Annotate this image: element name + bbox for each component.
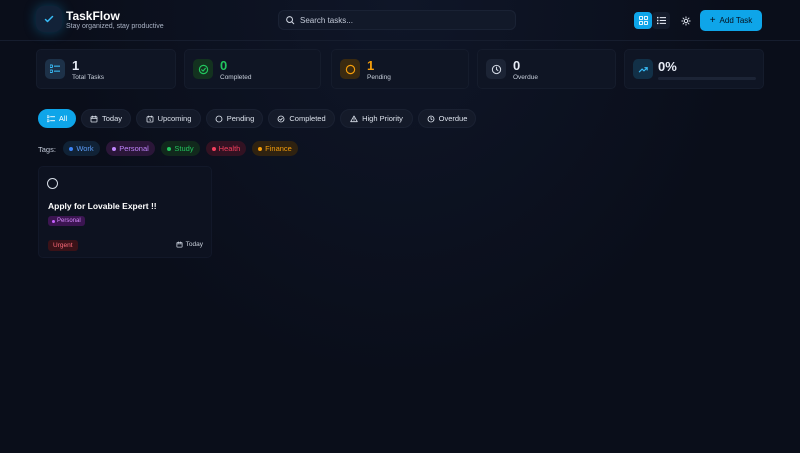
list-view-button[interactable] — [652, 12, 670, 29]
alert-triangle-icon — [350, 115, 358, 122]
stat-label: Total Tasks — [72, 74, 105, 81]
search-input[interactable] — [300, 15, 500, 25]
tag-label: Work — [76, 144, 94, 153]
app-subtitle: Stay organized, stay productive — [66, 23, 164, 30]
stat-label: Pending — [367, 74, 391, 81]
sun-icon — [680, 15, 691, 26]
tag-work[interactable]: Work — [63, 141, 100, 156]
tag-label: Personal — [119, 144, 149, 153]
app-logo — [36, 6, 62, 32]
clock-icon — [427, 115, 435, 122]
filter-today[interactable]: Today — [81, 109, 131, 128]
task-card[interactable]: Apply for Lovable Expert !! Personal Urg… — [38, 166, 212, 258]
stat-icon-box — [633, 59, 653, 79]
tag-dot — [211, 146, 216, 151]
tags-label: Tags: — [38, 145, 56, 154]
tag-dot — [258, 146, 263, 151]
tag-finance[interactable]: Finance — [252, 141, 298, 156]
check-circle-icon — [277, 115, 285, 122]
stat-overdue: 0 Overdue — [477, 49, 616, 89]
due-label: Today — [185, 241, 203, 248]
calendar-clock-icon — [146, 115, 154, 122]
stat-icon-box — [486, 59, 506, 79]
filter-high-priority[interactable]: High Priority — [340, 109, 413, 128]
stat-label: Completed — [220, 74, 252, 81]
check-circle-icon — [198, 64, 208, 74]
circle-icon — [215, 115, 223, 122]
filter-completed[interactable]: Completed — [268, 109, 335, 128]
grid-view-button[interactable] — [634, 12, 652, 29]
add-task-button[interactable]: + Add Task — [700, 10, 762, 31]
stat-pending: 1 Pending — [331, 49, 469, 89]
filter-label: Today — [101, 114, 122, 123]
stat-value: 0 — [513, 58, 521, 73]
filter-label: Pending — [226, 114, 255, 123]
add-task-label: Add Task — [719, 16, 753, 25]
priority-badge: Urgent — [48, 240, 78, 251]
clock-icon — [491, 64, 501, 74]
search-box — [278, 10, 516, 30]
tag-study[interactable]: Study — [161, 141, 200, 156]
trending-up-icon — [638, 66, 648, 72]
app-title: TaskFlow — [66, 9, 120, 23]
filter-all[interactable]: All — [38, 109, 76, 128]
progress-value: 0% — [658, 59, 677, 74]
filter-label: High Priority — [362, 114, 403, 123]
task-tag-label: Personal — [57, 218, 81, 224]
tag-label: Study — [174, 144, 194, 153]
stat-icon-box — [193, 59, 213, 79]
stat-icon-box — [340, 59, 360, 79]
list-icon — [50, 64, 60, 73]
tag-label: Health — [218, 144, 241, 153]
search-icon — [286, 16, 295, 25]
tag-dot — [112, 146, 117, 151]
progress-bar — [658, 77, 756, 80]
stat-value: 1 — [367, 58, 375, 73]
grid-icon — [638, 16, 648, 25]
filter-label: Completed — [289, 114, 326, 123]
calendar-icon — [176, 241, 183, 248]
stat-value: 0 — [220, 58, 228, 73]
task-due-date: Today — [176, 241, 203, 248]
filter-label: All — [58, 114, 68, 123]
stat-completed: 0 Completed — [184, 49, 321, 89]
tag-health[interactable]: Health — [206, 141, 246, 156]
stat-progress: 0% — [624, 49, 764, 89]
tag-personal[interactable]: Personal — [106, 141, 155, 156]
app-root: TaskFlow Stay organized, stay productive — [0, 0, 800, 453]
stat-total-tasks: 1 Total Tasks — [36, 49, 176, 89]
theme-toggle-button[interactable] — [677, 12, 694, 29]
calendar-icon — [90, 115, 98, 122]
filter-label: Upcoming — [157, 114, 192, 123]
plus-icon: + — [709, 14, 716, 26]
task-complete-checkbox[interactable] — [47, 178, 58, 189]
tag-dot — [69, 146, 74, 151]
circle-icon — [345, 64, 355, 74]
task-title: Apply for Lovable Expert !! — [48, 201, 157, 211]
task-tag-badge: Personal — [48, 216, 85, 226]
filter-pending[interactable]: Pending — [206, 109, 263, 128]
list-icon — [46, 114, 55, 122]
tag-dot — [167, 146, 172, 151]
stat-value: 1 — [72, 58, 80, 73]
list-icon — [656, 16, 666, 25]
filter-label: Overdue — [438, 114, 468, 123]
check-icon — [44, 15, 54, 23]
stat-label: Overdue — [513, 74, 538, 81]
tag-dot — [52, 219, 55, 223]
stat-icon-box — [45, 59, 65, 79]
tag-label: Finance — [265, 144, 292, 153]
filter-upcoming[interactable]: Upcoming — [136, 109, 201, 128]
app-header: TaskFlow Stay organized, stay productive — [0, 0, 800, 41]
filter-overdue[interactable]: Overdue — [418, 109, 476, 128]
